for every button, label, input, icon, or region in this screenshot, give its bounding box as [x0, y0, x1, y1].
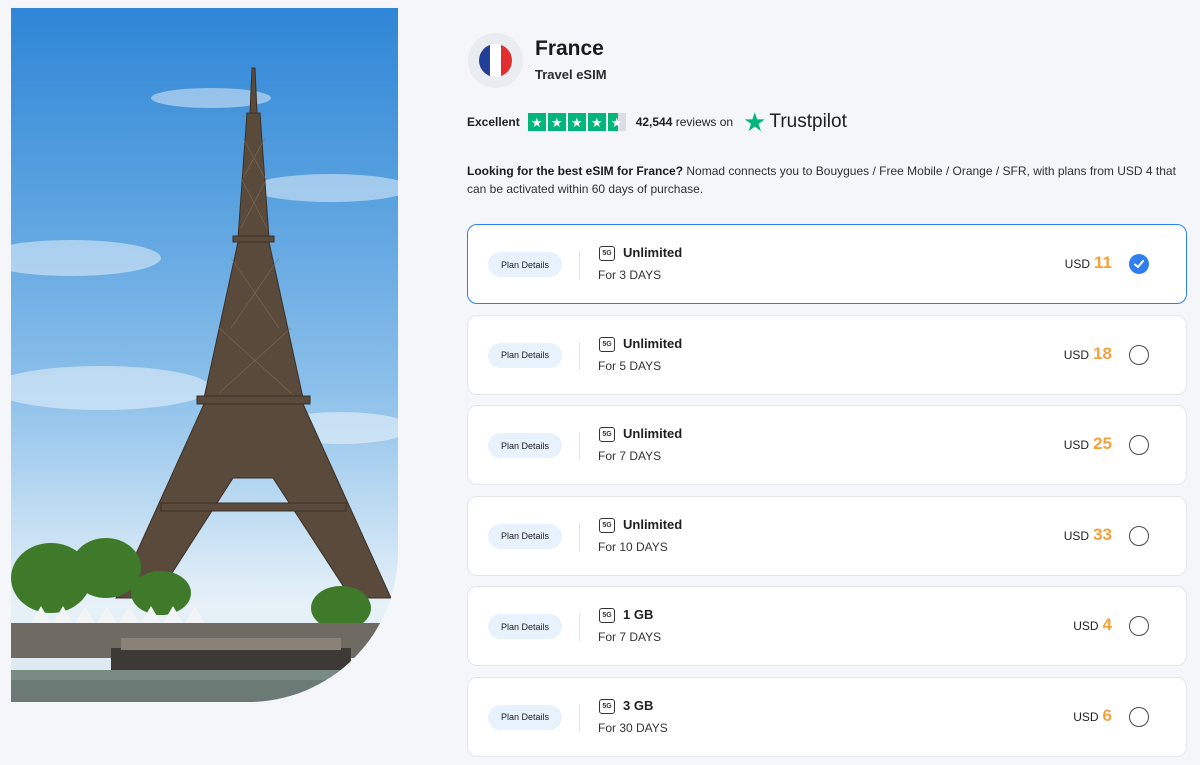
5g-icon: 5G: [599, 517, 615, 533]
plan-select-radio[interactable]: [1129, 616, 1149, 637]
plan-duration: For 7 DAYS: [598, 630, 662, 645]
divider: [579, 522, 580, 551]
plan-price: USD 18: [1063, 343, 1112, 363]
plan-price: USD 4: [1073, 615, 1112, 635]
plan-option[interactable]: Plan Details 5G Unlimited For 3 DAYS USD…: [467, 224, 1187, 304]
plan-price: USD 6: [1073, 705, 1112, 725]
page-subtitle: Travel eSIM: [535, 67, 607, 82]
half-star-icon: ★: [607, 113, 626, 131]
france-flag-icon: [468, 33, 523, 88]
5g-icon: 5G: [599, 608, 615, 624]
plan-select-radio[interactable]: [1129, 525, 1149, 546]
plan-duration: For 30 DAYS: [598, 720, 668, 735]
plan-duration: For 3 DAYS: [598, 268, 662, 282]
plan-data: Unlimited: [623, 426, 683, 442]
plan-details-button[interactable]: Plan Details: [488, 523, 562, 549]
plan-price: USD 25: [1063, 434, 1112, 454]
plan-option[interactable]: Plan Details 5G Unlimited For 5 DAYS USD…: [467, 314, 1187, 395]
star-icon: ★: [547, 113, 566, 131]
plan-data: Unlimited: [623, 245, 683, 260]
plan-select-radio[interactable]: [1129, 435, 1149, 456]
5g-icon: 5G: [599, 427, 615, 443]
trustpilot-star-icon: ★: [743, 107, 767, 137]
plan-select-radio[interactable]: [1129, 344, 1149, 365]
trustpilot-rating[interactable]: Excellent ★ ★ ★ ★ ★ 42,544 reviews on ★ …: [467, 109, 847, 135]
star-icon: ★: [587, 113, 606, 131]
plan-option[interactable]: Plan Details 5G Unlimited For 7 DAYS USD…: [467, 405, 1187, 486]
plan-data: Unlimited: [623, 516, 683, 532]
plan-data: 1 GB: [623, 607, 654, 623]
plan-duration: For 7 DAYS: [598, 449, 662, 464]
plan-option[interactable]: Plan Details 5G 1 GB For 7 DAYS USD 4: [467, 586, 1187, 667]
divider: [579, 432, 580, 461]
trustpilot-brand: Trustpilot: [769, 111, 847, 132]
divider: [579, 613, 580, 642]
star-icon: ★: [567, 113, 586, 131]
plan-duration: For 5 DAYS: [598, 358, 662, 373]
plan-data: 3 GB: [623, 697, 654, 713]
5g-icon: 5G: [599, 336, 615, 352]
plan-price: USD 33: [1063, 524, 1112, 544]
plan-details-button[interactable]: Plan Details: [488, 614, 562, 640]
plan-list: Plan Details 5G Unlimited For 3 DAYS USD…: [467, 224, 1187, 765]
plan-option[interactable]: Plan Details 5G Unlimited For 10 DAYS US…: [467, 495, 1187, 576]
plan-details-button[interactable]: Plan Details: [488, 704, 562, 730]
trustpilot-logo[interactable]: ★ Trustpilot: [743, 109, 847, 135]
5g-icon: 5G: [599, 698, 615, 714]
review-count: 42,544 reviews on: [635, 115, 734, 129]
plan-price: USD 11: [1064, 253, 1112, 272]
plan-option[interactable]: Plan Details 5G 3 GB For 30 DAYS USD 6: [467, 676, 1187, 757]
plan-details-button[interactable]: Plan Details: [488, 252, 562, 277]
plan-selected-check-icon[interactable]: [1129, 254, 1149, 274]
eiffel-tower-illustration: [11, 67, 398, 702]
plan-data: Unlimited: [623, 335, 683, 351]
5g-icon: 5G: [599, 246, 615, 261]
rating-stars: ★ ★ ★ ★ ★: [527, 113, 626, 131]
rating-label: Excellent: [467, 115, 520, 129]
divider: [579, 703, 580, 732]
hero-image-eiffel-tower: [11, 8, 398, 702]
description: Looking for the best eSIM for France? No…: [467, 164, 1176, 196]
divider: [579, 251, 580, 279]
plan-select-radio[interactable]: [1129, 706, 1149, 727]
plan-details-button[interactable]: Plan Details: [488, 433, 562, 459]
plan-duration: For 10 DAYS: [598, 539, 668, 554]
plan-details-button[interactable]: Plan Details: [488, 342, 562, 368]
divider: [579, 341, 580, 370]
page-title: France: [535, 37, 604, 60]
star-icon: ★: [527, 113, 546, 131]
